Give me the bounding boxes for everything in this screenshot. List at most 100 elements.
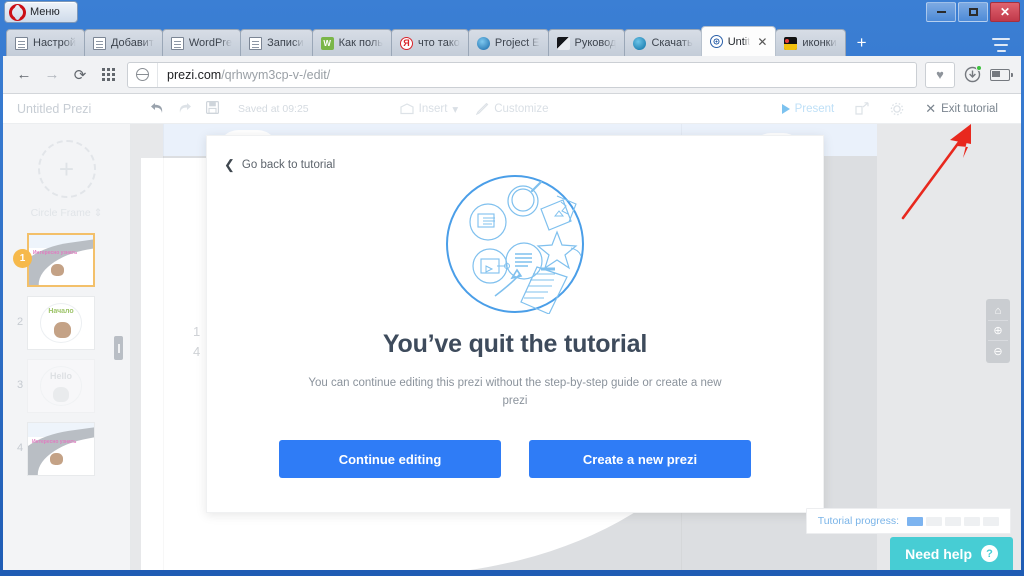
close-button[interactable]: ✕ (990, 2, 1020, 22)
prezi-canvas[interactable]: 1 4 ❮ Go back to tutorial You’ve quit th… (131, 124, 1021, 570)
browser-tab[interactable]: Настрой (6, 29, 85, 56)
thumbnail-1[interactable]: Интересно узнать (27, 233, 95, 287)
tutorial-progress: Tutorial progress: (805, 508, 1011, 534)
speed-dial-icon[interactable] (95, 62, 121, 88)
chevron-left-icon: ❮ (224, 157, 235, 172)
go-back-label: Go back to tutorial (241, 158, 336, 171)
create-new-prezi-button[interactable]: Create a new prezi (529, 440, 751, 478)
page-info-globe-icon[interactable] (128, 62, 158, 87)
prezi-icon (709, 35, 723, 48)
thumbnail-number: 3 (17, 379, 24, 391)
tab-label: Untit (727, 35, 751, 48)
document-icon (249, 36, 263, 50)
tab-label: Настрой (33, 37, 76, 49)
tab-label: Скачать (651, 37, 693, 49)
thumbnail-3[interactable]: Hello (27, 359, 95, 413)
tab-close-icon[interactable]: ✕ (757, 36, 767, 48)
modal-actions: Continue editing Create a new prezi (207, 440, 823, 478)
insert-label: Insert (418, 102, 448, 115)
thumbnail-number-badge: 1 (13, 249, 32, 268)
pencil-icon (476, 102, 489, 115)
browser-tab[interactable]: Добавит (83, 29, 163, 56)
browser-tab[interactable]: Project E (467, 29, 549, 56)
slide-panel: + Circle Frame ⇕ 1 Интересно узнать 2 На… (3, 124, 131, 570)
address-bar[interactable]: prezi.com/qrhwym3cp-v-/edit/ (127, 61, 917, 88)
download-icon[interactable] (959, 62, 985, 88)
tab-label: WordPre (188, 37, 233, 49)
prezi-toolbar-right: Present ✕ Exit tutorial (773, 101, 1021, 117)
thumbnail-row[interactable]: 3 Hello (3, 359, 130, 415)
window-controls: ✕ (926, 2, 1020, 22)
navigation-bar: ← → ⟳ prezi.com/qrhwym3cp-v-/edit/ ♥ (3, 56, 1021, 94)
maximize-button[interactable] (958, 2, 988, 22)
redo-icon[interactable] (178, 102, 192, 116)
browser-tab[interactable]: WordPre (161, 29, 242, 56)
url-path: /qrhwym3cp-v-/edit/ (221, 67, 331, 82)
document-icon (15, 36, 28, 50)
thumbnail-number: 2 (17, 316, 24, 328)
progress-segment (945, 516, 961, 526)
browser-tab[interactable]: Записи (240, 29, 313, 56)
tab-label: Project E (494, 37, 540, 49)
customize-label: Customize (494, 102, 549, 115)
thumbnail-row[interactable]: 4 Интересно узнать (3, 422, 130, 478)
browser-tab[interactable]: Руковод (547, 29, 626, 56)
thumbnail-number: 4 (17, 442, 24, 454)
canvas-step-marker-top: 1 (193, 324, 201, 339)
exit-tutorial-button[interactable]: ✕ Exit tutorial (916, 101, 1007, 117)
progress-segment (926, 516, 942, 526)
thumbnail-caption: Начало (48, 308, 74, 316)
battery-icon[interactable] (987, 62, 1013, 88)
present-button[interactable]: Present (773, 103, 844, 115)
word-icon: W (320, 36, 334, 50)
progress-segment (983, 516, 999, 526)
save-icon[interactable] (206, 101, 220, 116)
new-tab-button[interactable]: + (849, 29, 875, 56)
tab-label: Как поль (338, 37, 383, 49)
opera-menu-button[interactable]: Меню (4, 1, 78, 23)
tab-label: Записи (267, 37, 304, 49)
prezi-title[interactable]: Untitled Prezi (3, 102, 143, 116)
share-button[interactable] (846, 102, 878, 115)
need-help-button[interactable]: Need help ? (890, 537, 1013, 570)
opera-logo-icon (9, 3, 26, 21)
tab-label: Добавит (110, 37, 154, 49)
thumbnail-4[interactable]: Интересно узнать (27, 422, 95, 476)
title-bar: Меню ✕ (0, 0, 1024, 26)
browser-tab[interactable]: Я что тако (390, 29, 469, 56)
customize-menu[interactable]: Customize (467, 102, 557, 115)
thumbnail-row[interactable]: 2 Начало (3, 296, 130, 352)
browser-tab[interactable]: иконки (775, 29, 846, 56)
tutorial-circle-illustration (445, 174, 585, 319)
heart-icon[interactable]: ♥ (925, 61, 955, 88)
need-help-label: Need help (905, 545, 972, 562)
undo-icon[interactable] (150, 102, 164, 116)
back-button[interactable]: ← (11, 62, 37, 88)
frame-type-label: Circle Frame (30, 207, 91, 219)
tab-menu-icon[interactable] (992, 38, 1010, 52)
tab-label: Руковод (574, 37, 617, 49)
insert-icon (400, 102, 414, 114)
thumbnail-caption: Hello (49, 371, 72, 382)
chevron-down-icon: ▾ (452, 103, 459, 116)
panel-collapse-handle[interactable] (114, 336, 123, 360)
zoom-out-icon[interactable]: ⊖ (988, 341, 1008, 361)
browser-tab[interactable]: W Как поль (311, 29, 392, 56)
insert-menu[interactable]: Insert ▾ (391, 102, 468, 116)
download-badge (976, 64, 982, 71)
minimize-button[interactable] (926, 2, 956, 22)
home-icon[interactable]: ⌂ (988, 301, 1008, 321)
add-frame-label[interactable]: Circle Frame ⇕ (3, 207, 130, 219)
present-label: Present (794, 102, 835, 115)
go-back-to-tutorial-link[interactable]: ❮ Go back to tutorial (224, 158, 335, 171)
add-frame-button[interactable]: + (37, 140, 96, 198)
continue-editing-button[interactable]: Continue editing (279, 440, 501, 478)
thumbnail-2[interactable]: Начало (27, 296, 95, 350)
settings-button[interactable] (881, 102, 913, 116)
forward-button[interactable]: → (39, 62, 65, 88)
browser-tab[interactable]: Скачать (624, 29, 702, 56)
browser-tab-active-prezi[interactable]: Untit ✕ (700, 26, 777, 56)
zoom-in-icon[interactable]: ⊕ (988, 321, 1008, 341)
thumbnail-row[interactable]: 1 Интересно узнать (3, 233, 130, 289)
reload-button[interactable]: ⟳ (67, 62, 93, 88)
